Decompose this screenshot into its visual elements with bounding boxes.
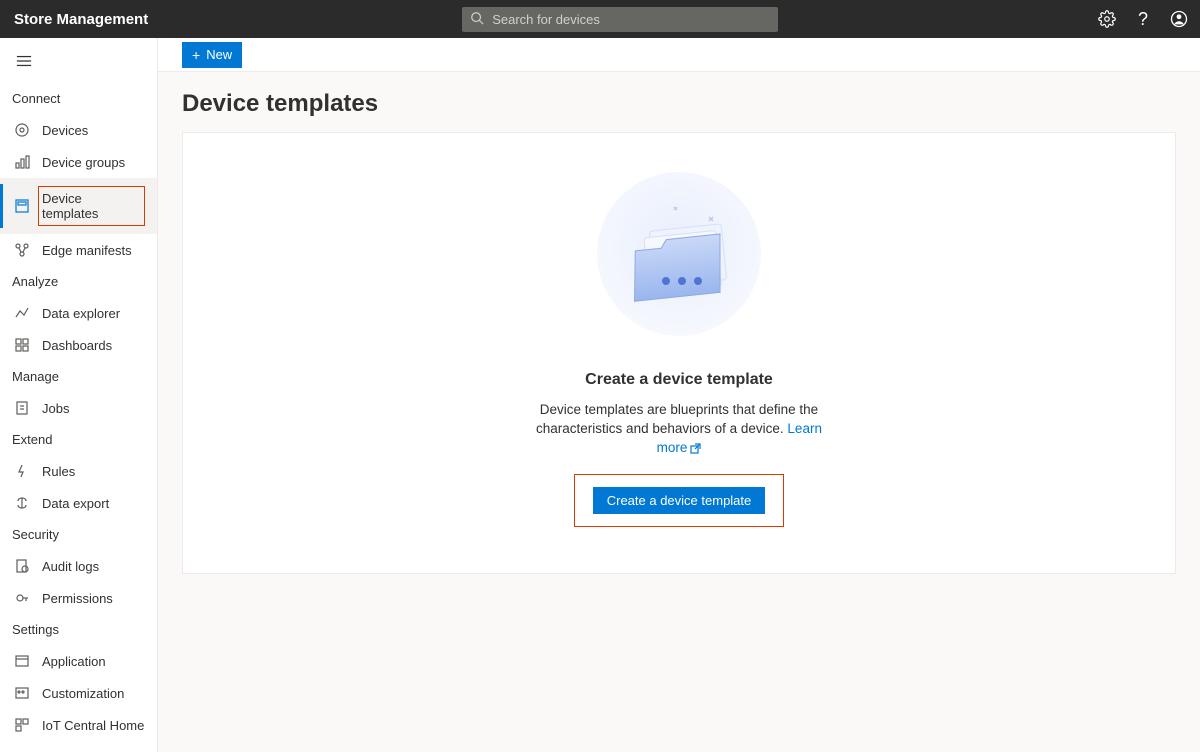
nav-label: Application xyxy=(42,654,145,669)
cta-highlight: Create a device template xyxy=(574,474,785,527)
nav-label: IoT Central Home xyxy=(42,718,145,733)
nav-section-security: Security xyxy=(0,519,157,550)
nav-label: Data export xyxy=(42,496,145,511)
nav-label: Data explorer xyxy=(42,306,145,321)
nav-section-extend: Extend xyxy=(0,424,157,455)
nav-label: Permissions xyxy=(42,591,145,606)
sidebar-item-customization[interactable]: Customization xyxy=(0,677,157,709)
customization-icon xyxy=(14,685,30,701)
sidebar-item-audit-logs[interactable]: Audit logs xyxy=(0,550,157,582)
empty-heading: Create a device template xyxy=(585,371,773,389)
nav-label: Customization xyxy=(42,686,145,701)
jobs-icon xyxy=(14,400,30,416)
audit-logs-icon xyxy=(14,558,30,574)
search-box[interactable] xyxy=(462,7,778,32)
dashboards-icon xyxy=(14,337,30,353)
nav-label: Devices xyxy=(42,123,145,138)
nav-section-manage: Manage xyxy=(0,361,157,392)
nav-label: Device groups xyxy=(42,155,145,170)
nav-label: Device templates xyxy=(38,186,145,226)
device-groups-icon xyxy=(14,154,30,170)
search-input[interactable] xyxy=(492,12,770,27)
nav-label: Audit logs xyxy=(42,559,145,574)
empty-description: Device templates are blueprints that def… xyxy=(519,401,839,458)
sidebar-item-devices[interactable]: Devices xyxy=(0,114,157,146)
sidebar-item-iot-central-home[interactable]: IoT Central Home xyxy=(0,709,157,741)
nav-label: Rules xyxy=(42,464,145,479)
application-icon xyxy=(14,653,30,669)
new-button[interactable]: + New xyxy=(182,42,242,68)
toolbar: + New xyxy=(158,38,1200,72)
app-title: Store Management xyxy=(14,11,148,28)
external-link-icon xyxy=(689,442,701,454)
rules-icon xyxy=(14,463,30,479)
new-button-label: New xyxy=(206,47,232,62)
account-icon[interactable] xyxy=(1170,10,1188,28)
nav-label: Jobs xyxy=(42,401,145,416)
search-icon xyxy=(470,11,484,28)
empty-state-card: Create a device template Device template… xyxy=(182,132,1176,574)
main-content: + New Device templates xyxy=(158,38,1200,752)
top-header: Store Management ? xyxy=(0,0,1200,38)
edge-manifests-icon xyxy=(14,242,30,258)
sidebar: Connect Devices Device groups Device tem… xyxy=(0,38,158,752)
help-icon[interactable]: ? xyxy=(1134,10,1152,28)
sidebar-item-rules[interactable]: Rules xyxy=(0,455,157,487)
nav-section-connect: Connect xyxy=(0,83,157,114)
create-device-template-button[interactable]: Create a device template xyxy=(593,487,766,514)
data-export-icon xyxy=(14,495,30,511)
nav-section-settings: Settings xyxy=(0,614,157,645)
device-templates-icon xyxy=(14,198,30,214)
devices-icon xyxy=(14,122,30,138)
settings-icon[interactable] xyxy=(1098,10,1116,28)
sidebar-item-data-explorer[interactable]: Data explorer xyxy=(0,297,157,329)
menu-toggle-icon[interactable] xyxy=(0,48,157,83)
sidebar-item-application[interactable]: Application xyxy=(0,645,157,677)
sidebar-item-jobs[interactable]: Jobs xyxy=(0,392,157,424)
empty-illustration xyxy=(574,169,784,349)
permissions-icon xyxy=(14,590,30,606)
nav-section-analyze: Analyze xyxy=(0,266,157,297)
nav-label: Edge manifests xyxy=(42,243,145,258)
empty-description-text: Device templates are blueprints that def… xyxy=(536,402,818,436)
sidebar-item-permissions[interactable]: Permissions xyxy=(0,582,157,614)
sidebar-item-data-export[interactable]: Data export xyxy=(0,487,157,519)
sidebar-item-dashboards[interactable]: Dashboards xyxy=(0,329,157,361)
sidebar-item-edge-manifests[interactable]: Edge manifests xyxy=(0,234,157,266)
sidebar-item-device-templates[interactable]: Device templates xyxy=(0,178,157,234)
data-explorer-icon xyxy=(14,305,30,321)
page-title: Device templates xyxy=(182,90,1176,118)
plus-icon: + xyxy=(192,48,200,62)
sidebar-item-device-groups[interactable]: Device groups xyxy=(0,146,157,178)
iot-central-home-icon xyxy=(14,717,30,733)
nav-label: Dashboards xyxy=(42,338,145,353)
